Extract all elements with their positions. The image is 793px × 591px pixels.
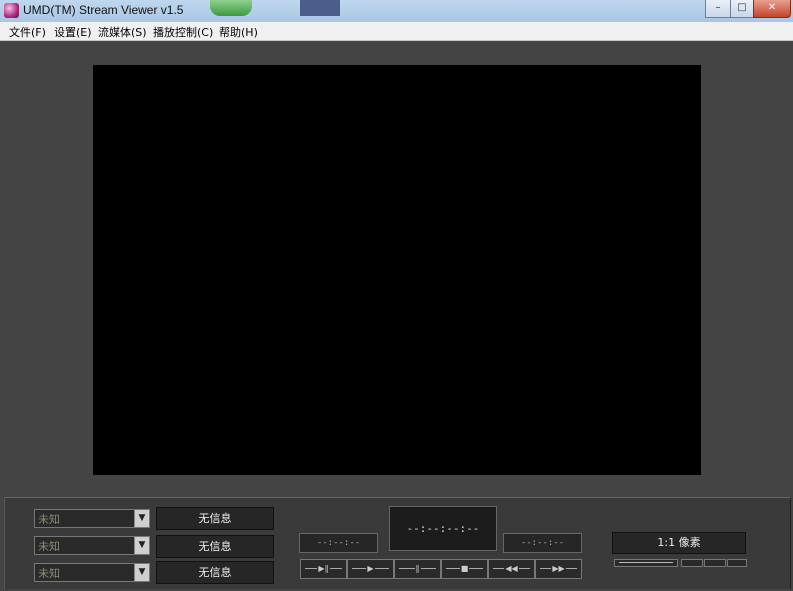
- info-box: 无信息: [156, 507, 274, 530]
- title-bar: UMD(TM) Stream Viewer v1.5 – □ ✕: [0, 0, 793, 22]
- combo-value: 未知: [38, 540, 60, 553]
- volume-slider[interactable]: [614, 559, 678, 567]
- taskbar-shadow-icon: [300, 0, 340, 16]
- info-box: 无信息: [156, 561, 274, 584]
- rewind-icon: ◀◀: [504, 564, 519, 573]
- play-pause-button[interactable]: ▶∥: [300, 559, 347, 579]
- combo-value: 未知: [38, 513, 60, 526]
- pause-button[interactable]: ∥: [394, 559, 441, 579]
- play-pause-icon: ▶∥: [317, 564, 330, 573]
- taskbar-shadow-icon: [210, 0, 252, 16]
- fast-forward-button[interactable]: ▶▶: [535, 559, 582, 579]
- time-elapsed: --:--:--: [299, 533, 378, 553]
- chevron-down-icon[interactable]: ▼: [134, 537, 149, 554]
- zoom-display[interactable]: 1:1 像素: [612, 532, 746, 554]
- menu-playback[interactable]: 播放控制(C): [153, 24, 213, 40]
- chevron-down-icon[interactable]: ▼: [134, 564, 149, 581]
- subtitle-track-select[interactable]: 未知 ▼: [34, 563, 150, 582]
- time-total: --:--:--: [503, 533, 582, 553]
- zoom-in-button[interactable]: [727, 559, 747, 567]
- fast-forward-icon: ▶▶: [551, 564, 566, 573]
- window-title: UMD(TM) Stream Viewer v1.5: [23, 3, 184, 17]
- info-box: 无信息: [156, 535, 274, 558]
- chevron-down-icon[interactable]: ▼: [134, 510, 149, 527]
- slider-track: [619, 562, 673, 563]
- video-area[interactable]: [93, 65, 701, 475]
- app-icon: [4, 3, 19, 18]
- control-panel: 未知 ▼ 未知 ▼ 未知 ▼ 无信息 无信息 无信息 --:--:-- --:-…: [4, 497, 791, 589]
- close-button[interactable]: ✕: [753, 0, 791, 18]
- minimize-button[interactable]: –: [705, 0, 731, 18]
- zoom-reset-button[interactable]: [704, 559, 726, 567]
- zoom-out-button[interactable]: [681, 559, 703, 567]
- menu-help[interactable]: 帮助(H): [219, 24, 258, 40]
- rewind-button[interactable]: ◀◀: [488, 559, 535, 579]
- menu-stream[interactable]: 流媒体(S): [98, 24, 147, 40]
- stop-icon: ■: [459, 564, 470, 573]
- stop-button[interactable]: ■: [441, 559, 488, 579]
- play-button[interactable]: ▶: [347, 559, 394, 579]
- combo-value: 未知: [38, 567, 60, 580]
- menu-file[interactable]: 文件(F): [9, 24, 46, 40]
- audio-track-select[interactable]: 未知 ▼: [34, 509, 150, 528]
- menu-settings[interactable]: 设置(E): [54, 24, 92, 40]
- maximize-button[interactable]: □: [730, 0, 754, 18]
- video-track-select[interactable]: 未知 ▼: [34, 536, 150, 555]
- play-icon: ▶: [366, 564, 375, 573]
- menu-bar: 文件(F) 设置(E) 流媒体(S) 播放控制(C) 帮助(H): [0, 22, 793, 41]
- pause-icon: ∥: [414, 564, 421, 573]
- time-display: --:--:--:--: [389, 506, 497, 551]
